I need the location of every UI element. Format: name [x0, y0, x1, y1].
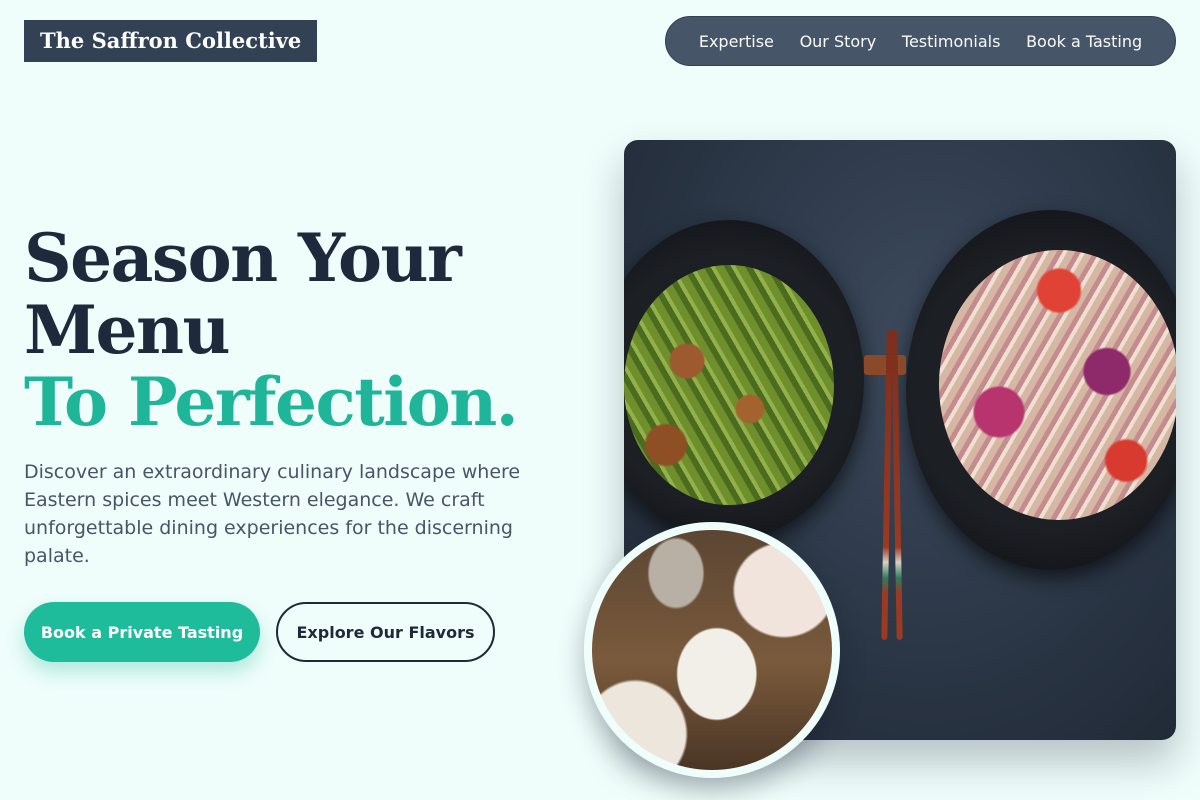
headline-accent-line: To Perfection.	[24, 363, 519, 441]
stir-fry-dish	[624, 265, 834, 505]
chopstick	[881, 329, 893, 641]
nav-item-book-tasting[interactable]: Book a Tasting	[1026, 32, 1142, 51]
explore-flavors-button[interactable]: Explore Our Flavors	[276, 602, 495, 662]
nav-item-expertise[interactable]: Expertise	[699, 32, 774, 51]
hero-description: Discover an extraordinary culinary lands…	[24, 461, 521, 567]
hero-headline: Season Your Menu To Perfection.	[24, 222, 584, 438]
main-nav: Expertise Our Story Testimonials Book a …	[665, 16, 1176, 66]
brand-logo[interactable]: The Saffron Collective	[24, 20, 318, 62]
headline-line-2: Menu	[24, 291, 231, 369]
nav-item-our-story[interactable]: Our Story	[800, 32, 877, 51]
salad-dish	[939, 250, 1176, 520]
book-private-tasting-button[interactable]: Book a Private Tasting	[24, 602, 260, 662]
chopstick	[891, 329, 903, 641]
headline-line-1: Season Your	[24, 219, 462, 297]
dining-table-image	[584, 522, 840, 778]
nav-item-testimonials[interactable]: Testimonials	[902, 32, 1001, 51]
